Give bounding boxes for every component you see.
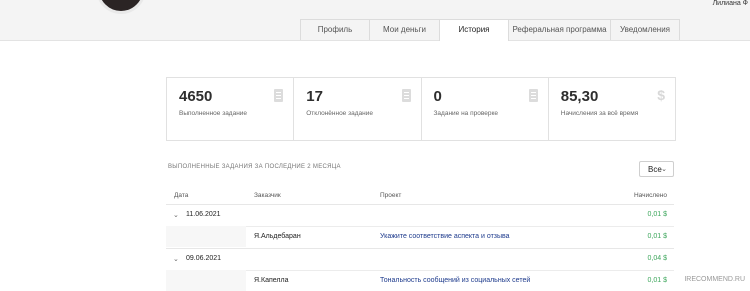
stat-label: Задание на проверке [433, 110, 499, 117]
column-header-credited: Начислено [633, 192, 667, 199]
stat-value: 0 [433, 88, 442, 105]
customer-cell: Я.Капелла [254, 277, 289, 284]
stat-completed: 4650 Выполненное задание [167, 78, 295, 140]
chevron-down-icon[interactable]: ⌄ [173, 211, 179, 219]
dollar-icon: $ [657, 87, 665, 103]
tab-notifications[interactable]: Уведомления [610, 19, 680, 40]
section-title: ВЫПОЛНЕННЫЕ ЗАДАНИЯ ЗА ПОСЛЕДНИЕ 2 МЕСЯЦ… [168, 164, 341, 170]
document-icon [401, 89, 411, 102]
table-group-row[interactable]: ⌄ 09.06.2021 0,04 $ [166, 248, 674, 269]
tab-profile[interactable]: Профиль [300, 19, 370, 40]
table-group-row[interactable]: ⌄ 11.06.2021 0,01 $ [166, 204, 674, 225]
group-amount: 0,04 $ [647, 255, 667, 262]
chevron-down-icon[interactable]: ⌄ [173, 255, 179, 263]
table-header: Дата Заказчик Проект Начислено [166, 189, 674, 203]
chevron-down-icon: ⌄ [661, 166, 667, 173]
row-indent [166, 226, 246, 247]
stat-earnings: 85,30 Начисления за всё время $ [549, 78, 675, 140]
document-icon [274, 89, 284, 102]
stat-rejected: 17 Отклонённое задание [294, 78, 422, 140]
table-row: Я.Капелла Тональность сообщений из социа… [166, 270, 674, 291]
tab-referral-program[interactable]: Реферальная программа [508, 19, 611, 40]
stat-label: Отклонённое задание [306, 110, 373, 117]
group-date: 11.06.2021 [186, 211, 221, 218]
project-link[interactable]: Тональность сообщений из социальных сете… [380, 277, 530, 284]
group-date: 09.06.2021 [186, 255, 222, 262]
row-indent [166, 270, 246, 291]
tab-my-money[interactable]: Мои деньги [369, 19, 440, 40]
group-amount: 0,01 $ [647, 211, 667, 218]
user-name[interactable]: Лилиана Ф [713, 0, 748, 7]
amount-cell: 0,01 $ [647, 277, 667, 284]
avatar[interactable] [96, 0, 146, 14]
customer-cell: Я.Альдебаран [254, 233, 301, 240]
tab-history[interactable]: История [439, 19, 509, 41]
stat-value: 17 [306, 88, 323, 105]
header-bar: Лилиана Ф Профиль Мои деньги История Реф… [0, 0, 750, 41]
document-icon [528, 89, 538, 102]
amount-cell: 0,01 $ [647, 233, 667, 240]
filter-value: Все [648, 165, 662, 174]
column-header-customer: Заказчик [254, 192, 281, 199]
stats-panel: 4650 Выполненное задание 17 Отклонённое … [166, 77, 676, 141]
tabs: Профиль Мои деньги История Реферальная п… [300, 19, 680, 41]
table-row: Я.Альдебаран Укажите соответствие аспект… [166, 226, 674, 247]
stat-label: Начисления за всё время [560, 110, 639, 117]
column-header-date: Дата [174, 192, 189, 199]
stat-value: 4650 [179, 88, 213, 105]
watermark: IRECOMMEND.RU [681, 275, 748, 284]
stat-pending: 0 Задание на проверке [422, 78, 549, 140]
project-link[interactable]: Укажите соответствие аспекта и отзыва [380, 233, 510, 240]
column-header-project: Проект [380, 192, 402, 199]
stat-label: Выполненное задание [179, 110, 248, 117]
stat-value: 85,30 [560, 88, 599, 105]
filter-select[interactable]: Все ⌄ [639, 161, 674, 177]
